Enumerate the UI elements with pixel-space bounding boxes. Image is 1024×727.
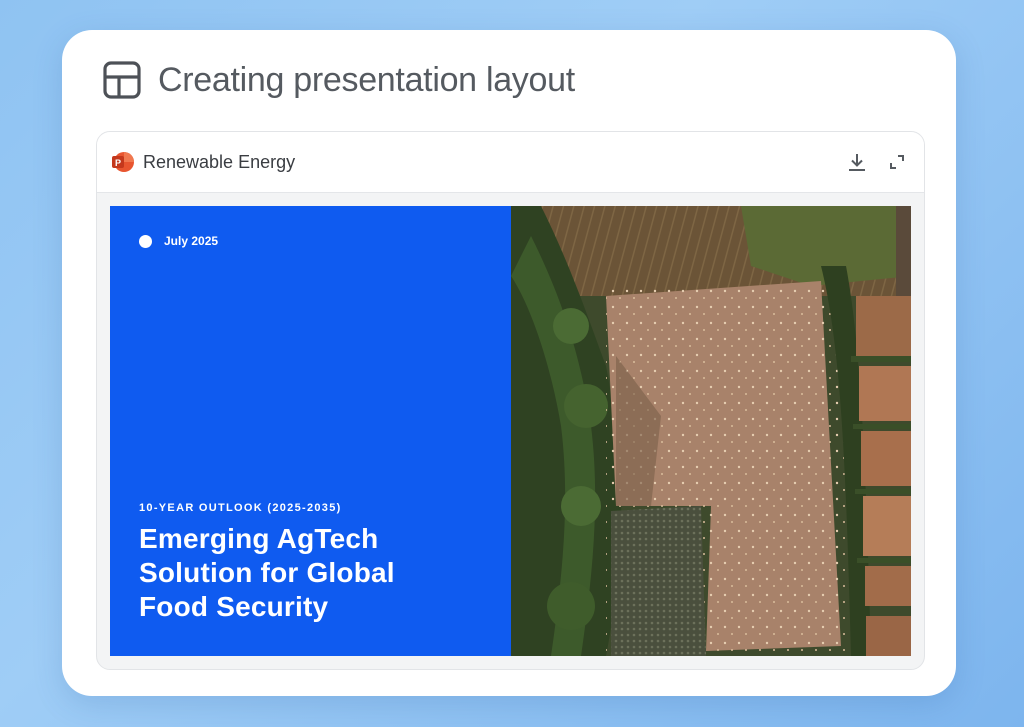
presentation-viewer: P Renewable Energy July 2025 10-YEAR OUT… [96,131,925,670]
slide-date: July 2025 [139,234,218,248]
slide-text-panel: July 2025 10-YEAR OUTLOOK (2025-2035) Em… [110,206,511,656]
date-dot [139,234,152,248]
progress-card: Creating presentation layout P Renewable… [62,30,956,696]
svg-text:P: P [115,158,121,168]
card-title: Creating presentation layout [158,60,575,99]
layout-grid-icon [103,61,141,99]
slide-title: Emerging AgTech Solution for Global Food… [139,523,395,622]
slide-eyebrow: 10-YEAR OUTLOOK (2025-2035) [139,502,342,514]
date-text: July 2025 [164,234,219,248]
file-name: Renewable Energy [143,151,296,172]
powerpoint-icon: P [112,152,134,172]
expand-icon[interactable] [886,151,908,173]
slide-preview: July 2025 10-YEAR OUTLOOK (2025-2035) Em… [110,206,911,656]
card-header: Creating presentation layout [102,60,575,100]
viewer-toolbar: P Renewable Energy [97,132,924,193]
toolbar-actions [846,151,908,173]
download-icon[interactable] [846,151,868,173]
aerial-farmland-image [511,206,911,656]
